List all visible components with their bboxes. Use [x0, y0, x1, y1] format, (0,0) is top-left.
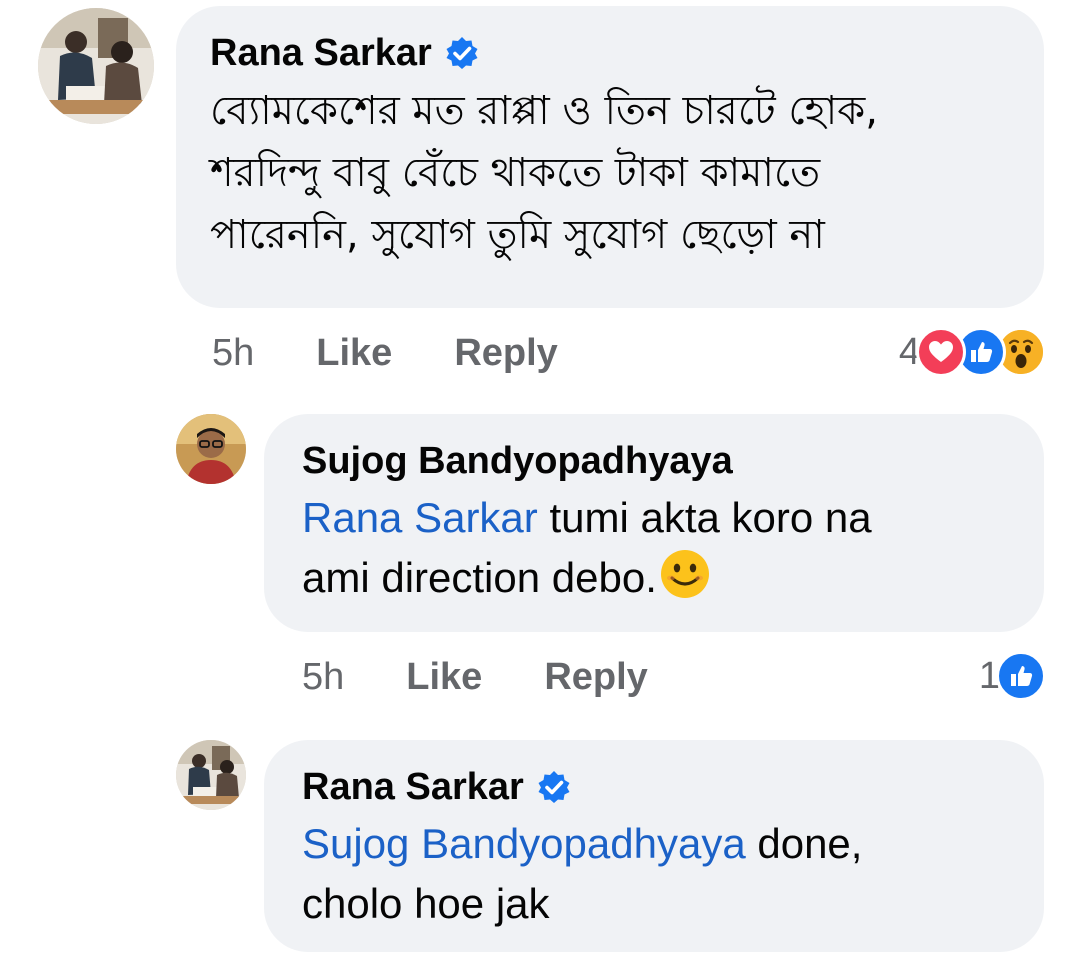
- like-button[interactable]: Like: [316, 332, 392, 375]
- reaction-summary[interactable]: 4: [899, 326, 1046, 378]
- comment-actions: 5h Like Reply: [212, 330, 558, 376]
- comment-author[interactable]: Rana Sarkar: [210, 30, 432, 76]
- comment-text-segment: done,: [745, 820, 863, 867]
- comment-line: ব্যোমকেশের মত রাপ্পা ও তিন চারটে হোক,: [210, 88, 878, 134]
- avatar-photo: [38, 8, 154, 124]
- comment-text: Rana Sarkar tumi akta koro na ami direct…: [302, 488, 1006, 608]
- like-button[interactable]: Like: [406, 656, 482, 699]
- reply-button[interactable]: Reply: [544, 656, 647, 699]
- comment-text: Sujog Bandyopadhyaya done, cholo hoe jak: [302, 814, 1006, 934]
- comment-text: ব্যোমকেশের মত রাপ্পা ও তিন চারটে হোক, শর…: [210, 80, 1010, 266]
- comment-line: শরদিন্দু বাবু বেঁচে থাকতে টাকা কামাতে: [210, 150, 821, 196]
- avatar-rana-sarkar[interactable]: [38, 8, 154, 124]
- smiling-face-icon: [660, 550, 709, 598]
- comment-text-segment: tumi akta koro na: [537, 494, 872, 541]
- like-icon: [996, 651, 1046, 701]
- comment-bubble: Rana Sarkar ব্যোমকেশের মত রাপ্পা ও তিন চ…: [176, 6, 1044, 308]
- comment-text-segment: ami direction debo.: [302, 554, 657, 601]
- reply-bubble: Sujog Bandyopadhyaya Rana Sarkar tumi ak…: [264, 414, 1044, 632]
- comment-line: পারেননি, সুযোগ তুমি সুযোগ ছেড়ো না: [210, 212, 825, 258]
- mention-link[interactable]: Sujog Bandyopadhyaya: [302, 820, 746, 867]
- love-icon: [916, 327, 966, 377]
- comment-actions: 5h Like Reply: [302, 654, 648, 700]
- comment-text-segment: cholo hoe jak: [302, 880, 550, 927]
- avatar-photo: [176, 414, 246, 484]
- avatar-sujog-bandyopadhyaya[interactable]: [176, 414, 246, 484]
- reply-bubble: Rana Sarkar Sujog Bandyopadhyaya done, c…: [264, 740, 1044, 952]
- comment-author[interactable]: Rana Sarkar: [302, 764, 524, 810]
- comment-author[interactable]: Sujog Bandyopadhyaya: [302, 438, 733, 484]
- avatar-photo: [176, 740, 246, 810]
- reply-button[interactable]: Reply: [454, 332, 557, 375]
- mention-link[interactable]: Rana Sarkar: [302, 494, 538, 541]
- verified-badge-icon: [446, 37, 478, 69]
- reaction-summary[interactable]: 1: [979, 650, 1046, 702]
- comment-timestamp[interactable]: 5h: [212, 332, 254, 375]
- comment-timestamp[interactable]: 5h: [302, 656, 344, 699]
- avatar-rana-sarkar[interactable]: [176, 740, 246, 810]
- verified-badge-icon: [538, 771, 570, 803]
